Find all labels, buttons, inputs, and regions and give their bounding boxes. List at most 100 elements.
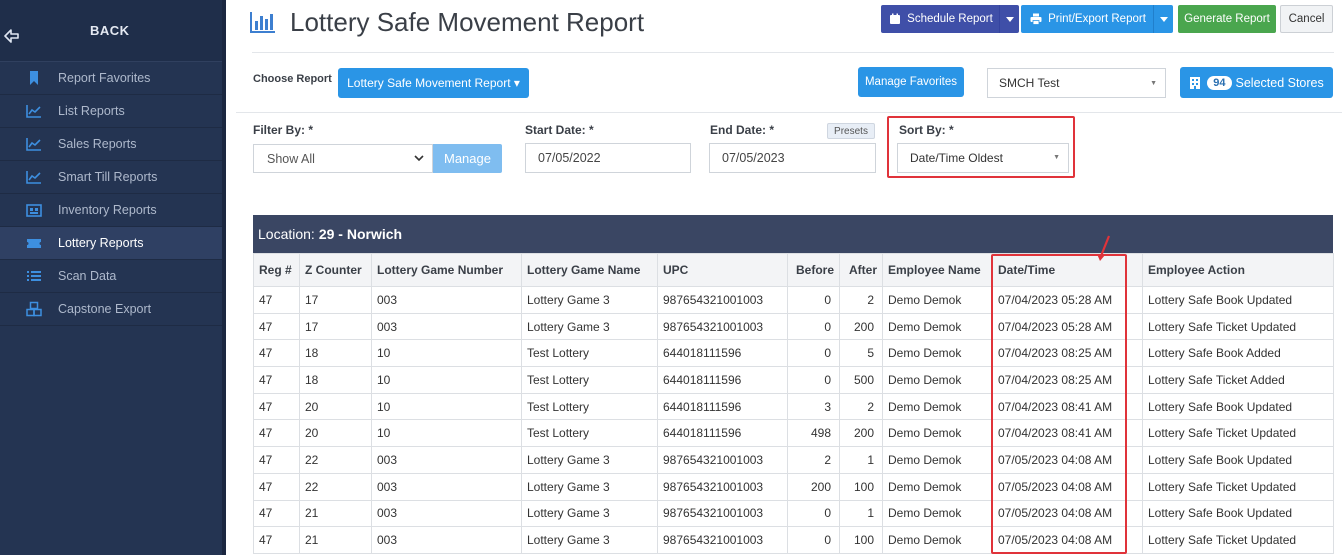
table-cell: Demo Demok <box>882 366 993 394</box>
table-cell: Demo Demok <box>882 339 993 368</box>
table-cell: Lottery Safe Ticket Added <box>1142 366 1334 394</box>
table-cell: 22 <box>299 472 372 501</box>
table-cell: Lottery Safe Ticket Updated <box>1142 526 1334 554</box>
cancel-button[interactable]: Cancel <box>1280 5 1333 33</box>
print-dropdown-toggle[interactable] <box>1153 5 1173 33</box>
table-cell: Lottery Safe Book Updated <box>1142 446 1334 474</box>
table-cell: 0 <box>787 339 840 368</box>
table-cell: 500 <box>839 366 883 394</box>
sidebar-item-capstone-export[interactable]: Capstone Export <box>0 293 226 326</box>
end-date-label: End Date: * <box>710 123 775 137</box>
column-header[interactable]: Lottery Game Number <box>371 253 522 287</box>
table-cell: 0 <box>787 499 840 528</box>
sidebar-item-sales-reports[interactable]: Sales Reports <box>0 128 226 161</box>
inventory-icon <box>26 204 42 217</box>
sidebar-item-list-reports[interactable]: List Reports <box>0 95 226 128</box>
table-cell: 17 <box>299 286 372 314</box>
line-chart-icon <box>26 171 41 184</box>
table-cell: 17 <box>299 312 372 341</box>
manage-filter-button[interactable]: Manage <box>433 144 502 173</box>
table-cell: 987654321001003 <box>657 472 788 501</box>
table-row: 47 20 10 Test Lottery 644018111596 3 2 Demo Dem… <box>253 392 1334 421</box>
column-header[interactable]: After <box>839 253 883 287</box>
sidebar-item-smart-till-reports[interactable]: Smart Till Reports <box>0 161 226 194</box>
sidebar-item-label: Report Favorites <box>58 71 151 85</box>
column-header[interactable]: Before <box>787 253 840 287</box>
sidebar-item-lottery-reports[interactable]: Lottery Reports <box>0 227 226 260</box>
column-header[interactable]: UPC <box>657 253 788 287</box>
store-select-value: SMCH Test <box>999 76 1060 90</box>
report-table: Reg # Z Counter Lottery Game Number Lott… <box>253 253 1334 554</box>
table-cell: Test Lottery <box>521 392 658 421</box>
table-cell: 200 <box>839 419 883 448</box>
table-cell: 21 <box>299 499 372 528</box>
table-cell: 22 <box>299 446 372 474</box>
location-bar: Location: 29 - Norwich <box>253 215 1333 253</box>
table-cell: Demo Demok <box>882 419 993 448</box>
table-cell: 1 <box>839 446 883 474</box>
filters-divider <box>236 112 1342 113</box>
caret-down-icon <box>1159 16 1168 22</box>
table-cell: Demo Demok <box>882 499 993 528</box>
table-cell: Lottery Safe Book Updated <box>1142 499 1334 528</box>
table-cell: Lottery Safe Book Updated <box>1142 286 1334 314</box>
sidebar: BACK Report Favorites List Reports Sales… <box>0 0 226 555</box>
selected-stores-button[interactable]: 94 Selected Stores <box>1180 67 1333 98</box>
table-row: 47 22 003 Lottery Game 3 987654321001003 200 1… <box>253 472 1334 501</box>
manage-favorites-button[interactable]: Manage Favorites <box>858 67 964 97</box>
stores-count-badge: 94 <box>1207 75 1232 90</box>
column-header[interactable]: Z Counter <box>299 253 372 287</box>
sidebar-back[interactable]: BACK <box>0 0 226 62</box>
table-cell: 47 <box>253 312 300 341</box>
table-cell: 47 <box>253 286 300 314</box>
sort-highlight-box <box>887 116 1075 178</box>
table-cell: Demo Demok <box>882 312 993 341</box>
table-row: 47 18 10 Test Lottery 644018111596 0 5 Demo Dem… <box>253 339 1334 368</box>
table-row: 47 21 003 Lottery Game 3 987654321001003 0 100… <box>253 526 1334 554</box>
table-cell: 003 <box>371 286 522 314</box>
column-header[interactable]: Lottery Game Name <box>521 253 658 287</box>
table-cell: 644018111596 <box>657 339 788 368</box>
table-cell: Test Lottery <box>521 419 658 448</box>
table-cell: 1 <box>839 499 883 528</box>
table-cell: Lottery Safe Ticket Updated <box>1142 472 1334 501</box>
ticket-icon <box>27 239 41 248</box>
column-header[interactable]: Reg # <box>253 253 300 287</box>
print-export-button[interactable]: Print/Export Report <box>1021 5 1173 33</box>
table-cell: Demo Demok <box>882 286 993 314</box>
table-cell: 987654321001003 <box>657 526 788 554</box>
start-date-label: Start Date: * <box>525 123 594 137</box>
table-cell: 20 <box>299 419 372 448</box>
table-row: 47 21 003 Lottery Game 3 987654321001003 0 1 De… <box>253 499 1334 528</box>
calendar-icon <box>890 13 901 24</box>
table-cell: 21 <box>299 526 372 554</box>
schedule-report-button[interactable]: Schedule Report <box>881 5 1019 33</box>
table-cell: 10 <box>371 366 522 394</box>
store-select[interactable]: SMCH Test ▼ <box>987 68 1166 98</box>
sidebar-item-label: Inventory Reports <box>58 203 157 217</box>
sidebar-item-label: Capstone Export <box>58 302 152 316</box>
table-cell: 003 <box>371 526 522 554</box>
cubes-icon <box>26 301 42 317</box>
table-cell: Lottery Safe Book Added <box>1142 339 1334 368</box>
line-chart-icon <box>26 105 41 118</box>
column-header[interactable]: Employee Action <box>1142 253 1334 287</box>
sidebar-item-scan-data[interactable]: Scan Data <box>0 260 226 293</box>
chevron-down-icon <box>414 155 424 162</box>
bar-chart-icon <box>250 12 275 33</box>
schedule-dropdown-toggle[interactable] <box>999 5 1019 33</box>
column-header[interactable]: Employee Name <box>882 253 993 287</box>
table-cell: Lottery Game 3 <box>521 312 658 341</box>
table-row: 47 20 10 Test Lottery 644018111596 498 200 Demo… <box>253 419 1334 448</box>
table-cell: 47 <box>253 392 300 421</box>
start-date-input[interactable]: 07/05/2022 <box>525 143 691 173</box>
sidebar-item-inventory-reports[interactable]: Inventory Reports <box>0 194 226 227</box>
bookmark-icon <box>30 71 38 85</box>
choose-report-dropdown[interactable]: Lottery Safe Movement Report ▾ <box>338 68 529 98</box>
table-cell: Lottery Safe Book Updated <box>1142 392 1334 421</box>
sidebar-item-report-favorites[interactable]: Report Favorites <box>0 62 226 95</box>
generate-report-button[interactable]: Generate Report <box>1178 5 1276 33</box>
presets-button[interactable]: Presets <box>827 123 875 139</box>
filter-by-select[interactable]: Show All <box>253 144 433 173</box>
end-date-input[interactable]: 07/05/2023 <box>709 143 876 173</box>
